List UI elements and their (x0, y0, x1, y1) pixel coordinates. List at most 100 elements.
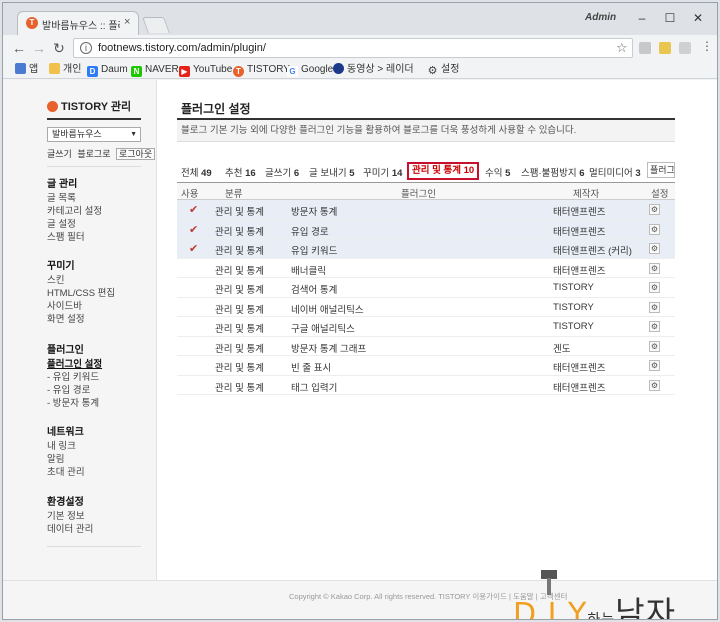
table-row[interactable]: 관리 및 통계 방문자 통계 그래프 겐도 ⚙ (177, 337, 675, 356)
sidebar-item-screen-settings[interactable]: 화면 설정 (47, 313, 147, 326)
bookmark-naver[interactable]: N NAVER (131, 63, 179, 77)
close-icon[interactable]: × (124, 16, 130, 28)
sidebar-item-skin[interactable]: 스킨 (47, 274, 147, 287)
bookmark-video-radar[interactable]: 동영상 > 레이더 (333, 63, 414, 77)
row-plugin-name[interactable]: 네이버 애널리틱스 (291, 302, 364, 316)
row-plugin-name[interactable]: 방문자 통계 그래프 (291, 341, 366, 355)
tab-post-sending[interactable]: 글 보내기 5 (309, 165, 355, 179)
row-plugin-name[interactable]: 구글 애널리틱스 (291, 321, 355, 335)
row-plugin-name[interactable]: 배너클릭 (291, 263, 326, 277)
user-profile-label[interactable]: Admin (585, 12, 616, 23)
column-use[interactable]: 사용 (181, 186, 198, 200)
browser-tab[interactable]: T 발바름뉴우스 :: 플러그인 × (17, 11, 139, 35)
sidebar-item-category-settings[interactable]: 카테고리 설정 (47, 205, 147, 218)
tab-management-stats[interactable]: 관리 및 통계 10 (407, 162, 480, 180)
checkmark-icon[interactable]: ✔ (189, 242, 198, 255)
gear-icon[interactable]: ⚙ (649, 243, 660, 254)
table-row[interactable]: ✔ 관리 및 통계 방문자 통계 태터앤프렌즈 ⚙ (177, 200, 675, 220)
sidebar-item-basic-info[interactable]: 기본 정보 (47, 510, 147, 523)
gear-icon[interactable]: ⚙ (649, 223, 660, 235)
table-row[interactable]: ✔ 관리 및 통계 유입 키워드 태터앤프렌즈 (커리) ⚙ (177, 239, 675, 259)
extension-t-icon[interactable] (639, 42, 651, 54)
sidebar-item-html-css[interactable]: HTML/CSS 편집 (47, 287, 147, 300)
row-plugin-name[interactable]: 유입 경로 (291, 224, 329, 238)
gear-icon[interactable]: ⚙ (649, 379, 660, 391)
tab-revenue[interactable]: 수익 5 (485, 165, 510, 179)
sidebar-item-visitor-stats[interactable]: - 방문자 통계 (47, 397, 147, 410)
sidebar-item-my-links[interactable]: 내 링크 (47, 440, 147, 453)
new-tab-button[interactable] (142, 17, 170, 33)
gear-icon[interactable]: ⚙ (649, 340, 660, 352)
tab-all[interactable]: 전체 49 (181, 165, 212, 179)
sidebar-item-spam-filter[interactable]: 스팸 필터 (47, 231, 147, 244)
row-plugin-name[interactable]: 빈 줄 표시 (291, 360, 331, 374)
sidebar-item-notifications[interactable]: 알림 (47, 453, 147, 466)
sidebar-item-post-settings[interactable]: 글 설정 (47, 218, 147, 231)
tab-design[interactable]: 꾸미기 14 (363, 165, 402, 179)
bookmark-tistory[interactable]: T TISTORY (233, 63, 290, 77)
tab-recommended[interactable]: 추천 16 (225, 165, 256, 179)
url-text: footnews.tistory.com/admin/plugin/ (98, 42, 266, 54)
go-to-blog-link[interactable]: 블로그로 (77, 149, 110, 159)
maximize-button[interactable]: ☐ (659, 9, 681, 27)
sidebar-item-plugin-settings[interactable]: 플러그인 설정 (47, 358, 147, 371)
sidebar-item-invitations[interactable]: 초대 관리 (47, 466, 147, 479)
row-plugin-name[interactable]: 검색어 통계 (291, 282, 337, 296)
forward-arrow-icon[interactable]: → (31, 40, 47, 56)
checkmark-icon[interactable]: ✔ (189, 223, 198, 236)
extension-g-icon[interactable] (659, 42, 671, 54)
sidebar-item-data-management[interactable]: 데이터 관리 (47, 523, 147, 536)
row-category: 관리 및 통계 (215, 304, 264, 316)
table-row[interactable]: 관리 및 통계 태그 입력기 태터앤프렌즈 ⚙ (177, 376, 675, 395)
table-row[interactable]: 관리 및 통계 네이버 애널리틱스 TISTORY ⚙ (177, 298, 675, 317)
tab-writing[interactable]: 글쓰기 6 (265, 165, 299, 179)
sidebar-item-inflow-path[interactable]: - 유입 경로 (47, 384, 147, 397)
bookmark-youtube[interactable]: ▶ YouTube (179, 63, 232, 77)
bookmark-apps[interactable]: 앱 (15, 63, 38, 77)
gear-icon[interactable]: ⚙ (649, 301, 660, 313)
tistory-admin-logo[interactable]: TISTORY 관리 (47, 98, 131, 114)
blog-select[interactable]: 발바름뉴우스 ▼ (47, 127, 141, 142)
column-maker[interactable]: 제작자 (573, 186, 599, 200)
column-plugin[interactable]: 플러그인 (401, 186, 436, 200)
daum-icon: D (87, 66, 98, 77)
table-row[interactable]: 관리 및 통계 빈 줄 표시 태터앤프렌즈 ⚙ (177, 356, 675, 376)
row-plugin-name[interactable]: 태그 입력기 (291, 380, 337, 394)
more-categories-button[interactable]: 플러그 (647, 162, 675, 178)
gear-icon[interactable]: ⚙ (649, 282, 660, 293)
table-row[interactable]: 관리 및 통계 배너클릭 태터앤프렌즈 ⚙ (177, 259, 675, 278)
minimize-button[interactable]: – (631, 9, 653, 27)
table-row[interactable]: 관리 및 통계 구글 애널리틱스 TISTORY ⚙ (177, 317, 675, 337)
address-bar[interactable]: i footnews.tistory.com/admin/plugin/ ☆ (73, 38, 633, 58)
reload-icon[interactable]: ↻ (51, 40, 67, 56)
write-link[interactable]: 글쓰기 (47, 149, 72, 159)
tab-multimedia[interactable]: 멀티미디어 3 (589, 165, 641, 179)
bookmark-settings[interactable]: ⚙ 설정 (427, 63, 460, 77)
naver-icon: N (131, 66, 142, 77)
menu-kebab-icon[interactable]: ⋮ (701, 39, 713, 53)
logout-button[interactable]: 로그아웃 (116, 148, 156, 160)
bookmark-star-icon[interactable]: ☆ (616, 40, 628, 56)
close-window-button[interactable]: ✕ (687, 9, 709, 27)
row-plugin-name[interactable]: 유입 키워드 (291, 243, 337, 257)
sidebar-item-post-list[interactable]: 글 목록 (47, 192, 147, 205)
table-row[interactable]: ✔ 관리 및 통계 유입 경로 태터앤프렌즈 ⚙ (177, 219, 675, 239)
column-category[interactable]: 분류 (225, 186, 242, 200)
gear-icon[interactable]: ⚙ (649, 262, 660, 274)
gear-icon[interactable]: ⚙ (649, 360, 660, 371)
table-row[interactable]: 관리 및 통계 검색어 통계 TISTORY ⚙ (177, 278, 675, 298)
bookmark-personal[interactable]: 개인 (49, 63, 81, 77)
tab-spam-prevention[interactable]: 스팸·불펌방지 6 (521, 165, 585, 179)
gear-icon[interactable]: ⚙ (649, 204, 660, 215)
extension-cast-icon[interactable] (679, 42, 691, 54)
info-icon[interactable]: i (80, 42, 92, 54)
gear-icon[interactable]: ⚙ (649, 321, 660, 332)
sidebar-item-sidebar[interactable]: 사이드바 (47, 300, 147, 313)
checkmark-icon[interactable]: ✔ (189, 203, 198, 216)
bookmark-google[interactable]: G Google (287, 63, 333, 77)
row-category: 관리 및 통계 (215, 207, 264, 218)
back-arrow-icon[interactable]: ← (11, 40, 27, 56)
bookmark-daum[interactable]: D Daum (87, 63, 128, 77)
sidebar-item-inflow-keywords[interactable]: - 유입 키워드 (47, 371, 147, 384)
row-plugin-name[interactable]: 방문자 통계 (291, 204, 337, 218)
